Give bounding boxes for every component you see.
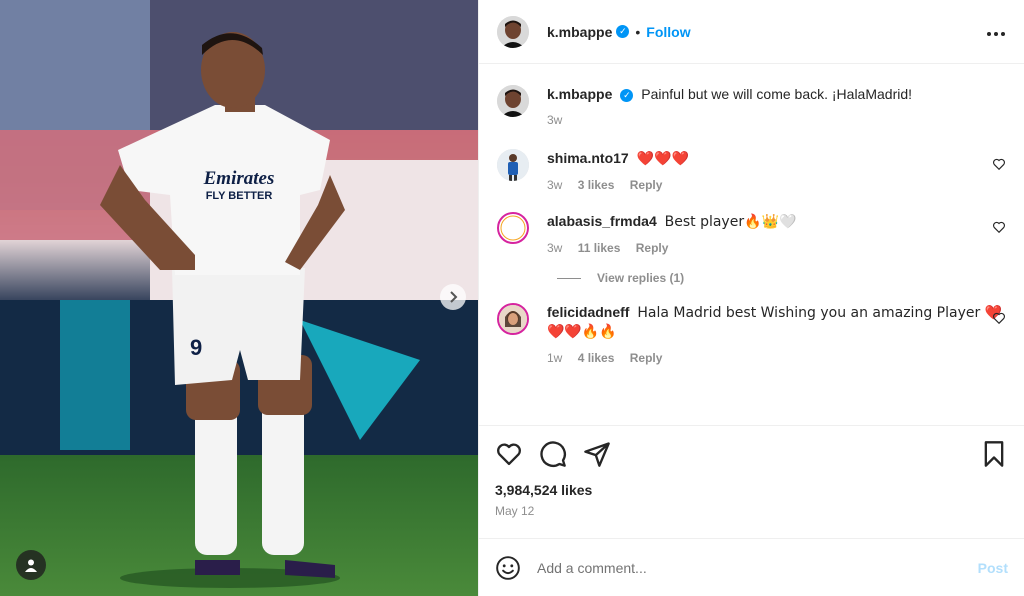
comment-likes[interactable]: 3 likes: [578, 178, 615, 192]
post-actions-section: 3,984,524 likes May 12: [479, 425, 1024, 518]
player-photo: Emirates FLY BETTER 9: [0, 0, 478, 596]
likes-count[interactable]: 3,984,524 likes: [495, 482, 1008, 498]
comment-username[interactable]: alabasis_frmda4: [547, 213, 657, 229]
comment-item: alabasis_frmda4 Best player🔥👑🤍 3w 11 lik…: [497, 212, 1006, 257]
shirt-tagline: FLY BETTER: [206, 190, 273, 202]
caption-username[interactable]: k.mbappe: [547, 86, 612, 102]
comment-item: shima.nto17 ❤️❤️❤️ 3w 3 likes Reply: [497, 149, 1006, 194]
post-date: May 12: [495, 504, 535, 518]
comments-list[interactable]: k.mbappe ✓ Painful but we will come back.…: [479, 65, 1024, 425]
commenter-avatar[interactable]: [497, 303, 529, 335]
author-avatar[interactable]: [497, 85, 529, 117]
comment-username[interactable]: felicidadneff: [547, 304, 629, 320]
view-replies-button[interactable]: View replies (1): [557, 271, 1006, 285]
comment-username[interactable]: shima.nto17: [547, 150, 629, 166]
comment-age: 3w: [547, 241, 563, 255]
comment-text: Best player🔥👑🤍: [664, 214, 797, 230]
commenter-avatar[interactable]: [497, 149, 529, 181]
author-username[interactable]: k.mbappe: [547, 24, 612, 40]
shirt-sponsor: Emirates: [203, 168, 275, 189]
author-avatar[interactable]: [497, 15, 529, 48]
more-options-icon: [987, 32, 1005, 36]
separator-dot: •: [635, 23, 641, 40]
reply-button[interactable]: Reply: [630, 178, 663, 192]
heart-icon[interactable]: [495, 440, 523, 468]
post-side-panel: k.mbappe ✓ • Follow k.mbappe ✓ Painful b…: [478, 0, 1024, 596]
chevron-right-icon: [450, 291, 458, 303]
post-modal: Emirates FLY BETTER 9 k.mbappe ✓ • Follo…: [0, 0, 1024, 596]
comment-age: 3w: [547, 178, 563, 192]
verified-badge-icon: ✓: [616, 25, 630, 38]
comment-age: 1w: [547, 351, 563, 365]
commenter-avatar-image: [499, 305, 527, 333]
share-icon[interactable]: [583, 440, 611, 468]
add-comment-bar: Post: [479, 538, 1024, 596]
post-comment-button[interactable]: Post: [978, 560, 1008, 576]
caption-text: Painful but we will come back. ¡HalaMadr…: [641, 86, 913, 102]
comment-likes[interactable]: 11 likes: [578, 241, 621, 255]
emoji-icon[interactable]: [495, 555, 521, 581]
commenter-avatar[interactable]: [497, 212, 529, 244]
more-options-button[interactable]: [986, 20, 1006, 43]
comment-likes[interactable]: 4 likes: [578, 351, 615, 365]
post-header: k.mbappe ✓ • Follow: [479, 0, 1024, 64]
comment-like-icon[interactable]: [992, 157, 1006, 171]
comment-like-icon[interactable]: [992, 220, 1006, 234]
reply-button[interactable]: Reply: [636, 241, 669, 255]
follow-button[interactable]: Follow: [646, 24, 690, 40]
user-tags-button[interactable]: [16, 550, 46, 580]
user-tag-icon: [25, 559, 37, 572]
action-bar: [495, 438, 1008, 470]
comment-input[interactable]: [537, 559, 978, 576]
comment-like-icon[interactable]: [992, 311, 1006, 325]
author-avatar-image: [497, 15, 529, 48]
comment-icon[interactable]: [539, 440, 567, 468]
caption-age: 3w: [547, 113, 563, 127]
commenter-avatar-image: [500, 215, 526, 241]
replies-divider: [557, 277, 581, 279]
verified-badge-icon: ✓: [620, 88, 634, 102]
comment-item: felicidadneff Hala Madrid best Wishing y…: [497, 303, 1006, 367]
bookmark-icon[interactable]: [980, 440, 1008, 468]
comment-text: ❤️❤️❤️: [636, 151, 689, 167]
view-replies-label: View replies (1): [597, 271, 685, 285]
next-media-button[interactable]: [440, 284, 466, 310]
commenter-avatar-image: [497, 149, 529, 181]
caption: k.mbappe ✓ Painful but we will come back.…: [497, 85, 1006, 129]
shorts-number: 9: [190, 335, 202, 360]
author-avatar-image: [497, 85, 529, 117]
post-media[interactable]: Emirates FLY BETTER 9: [0, 0, 478, 596]
reply-button[interactable]: Reply: [630, 351, 663, 365]
